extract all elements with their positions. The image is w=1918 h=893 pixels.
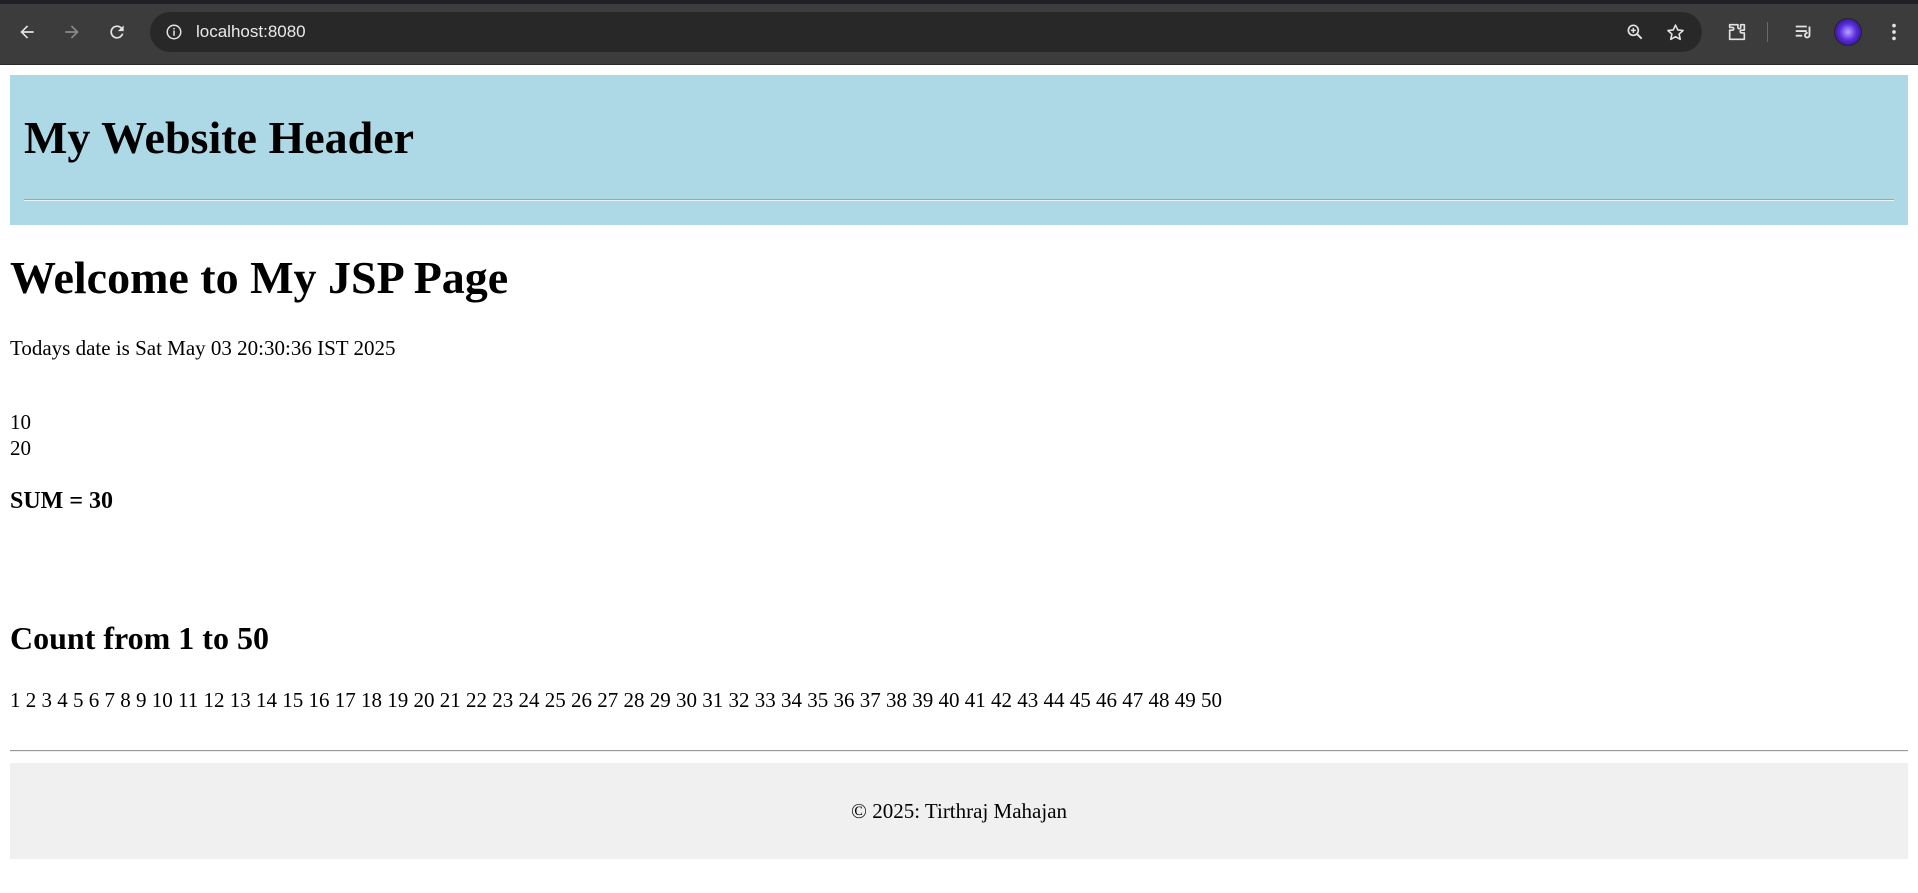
back-button[interactable] xyxy=(9,14,45,50)
date-line: Todays date is Sat May 03 20:30:36 IST 2… xyxy=(10,336,396,360)
footer-text: © 2025: Tirthraj Mahajan xyxy=(850,798,1068,823)
forward-button[interactable] xyxy=(54,14,90,50)
page-title: Welcome to My JSP Page xyxy=(10,252,509,303)
reload-icon xyxy=(110,25,124,39)
sum-text: SUM = 30 xyxy=(10,488,114,514)
forward-icon xyxy=(65,25,79,39)
media-control-icon[interactable] xyxy=(1789,17,1819,47)
menu-kebab-icon[interactable] xyxy=(1879,17,1909,47)
back-icon xyxy=(20,25,34,39)
browser-toolbar: localhost:8080 xyxy=(0,0,1918,65)
tab-strip-edge xyxy=(0,0,1918,4)
toolbar-divider xyxy=(1767,22,1768,42)
number-b: 20 xyxy=(10,436,31,460)
site-info-icon[interactable] xyxy=(162,20,186,44)
count-values: 1 2 3 4 5 6 7 8 9 10 11 12 13 14 15 16 1… xyxy=(10,688,1222,712)
bookmark-star-icon[interactable] xyxy=(1663,20,1687,44)
number-a: 10 xyxy=(10,410,31,434)
page-content: My Website Header xyxy=(0,75,1918,225)
footer-rule xyxy=(10,750,1908,752)
header-rule xyxy=(24,199,1894,201)
zoom-icon[interactable] xyxy=(1623,20,1647,44)
address-bar[interactable]: localhost:8080 xyxy=(150,12,1702,52)
site-header: My Website Header xyxy=(10,75,1908,225)
site-footer: © 2025: Tirthraj Mahajan xyxy=(10,763,1908,859)
url-text[interactable]: localhost:8080 xyxy=(196,22,306,42)
count-heading: Count from 1 to 50 xyxy=(10,620,269,656)
profile-avatar[interactable] xyxy=(1835,19,1861,45)
extensions-icon[interactable] xyxy=(1722,17,1752,47)
site-header-title: My Website Header xyxy=(24,112,415,163)
reload-button[interactable] xyxy=(99,14,135,50)
